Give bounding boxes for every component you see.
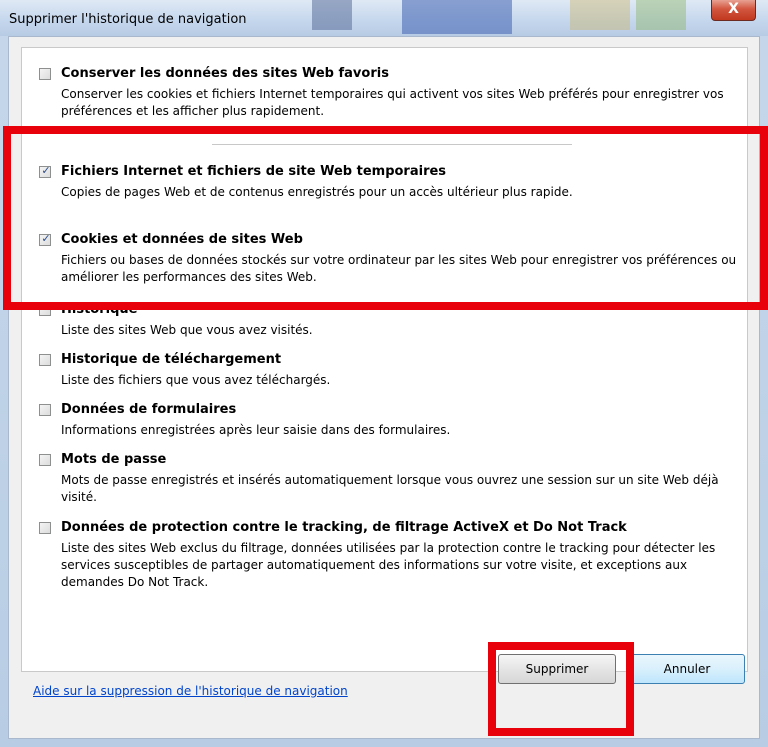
option-description: Liste des sites Web que vous avez visité… bbox=[61, 323, 313, 337]
option-title[interactable]: Mots de passe bbox=[61, 452, 166, 467]
option-description: Conserver les cookies et fichiers Intern… bbox=[61, 87, 724, 118]
option-description: Liste des fichiers que vous avez télécha… bbox=[61, 373, 331, 387]
checkbox[interactable] bbox=[39, 454, 51, 466]
option-title[interactable]: Historique de téléchargement bbox=[61, 352, 281, 367]
background-blur bbox=[570, 0, 630, 30]
option-title[interactable]: Données de formulaires bbox=[61, 402, 236, 417]
checkbox[interactable] bbox=[39, 354, 51, 366]
help-link[interactable]: Aide sur la suppression de l'historique … bbox=[33, 684, 348, 698]
option-description: Liste des sites Web exclus du filtrage, … bbox=[61, 541, 716, 589]
dialog-window: Supprimer l'historique de navigation X C… bbox=[0, 0, 768, 747]
checkbox[interactable] bbox=[39, 522, 51, 534]
close-button[interactable]: X bbox=[711, 0, 756, 21]
checkbox[interactable] bbox=[39, 68, 51, 80]
background-blur bbox=[636, 0, 686, 30]
option-description: Mots de passe enregistrés et insérés aut… bbox=[61, 473, 719, 504]
background-blur bbox=[402, 0, 512, 34]
background-blur bbox=[312, 0, 352, 30]
highlight-box bbox=[3, 126, 768, 310]
cancel-button[interactable]: Annuler bbox=[629, 654, 745, 684]
option-title[interactable]: Données de protection contre le tracking… bbox=[61, 520, 627, 535]
option-title[interactable]: Conserver les données des sites Web favo… bbox=[61, 66, 389, 81]
highlight-box bbox=[488, 642, 634, 736]
title-bar: Supprimer l'historique de navigation X bbox=[0, 0, 768, 36]
checkbox[interactable] bbox=[39, 404, 51, 416]
dialog-title: Supprimer l'historique de navigation bbox=[9, 12, 247, 27]
close-icon: X bbox=[728, 1, 739, 17]
option-description: Informations enregistrées après leur sai… bbox=[61, 423, 451, 437]
